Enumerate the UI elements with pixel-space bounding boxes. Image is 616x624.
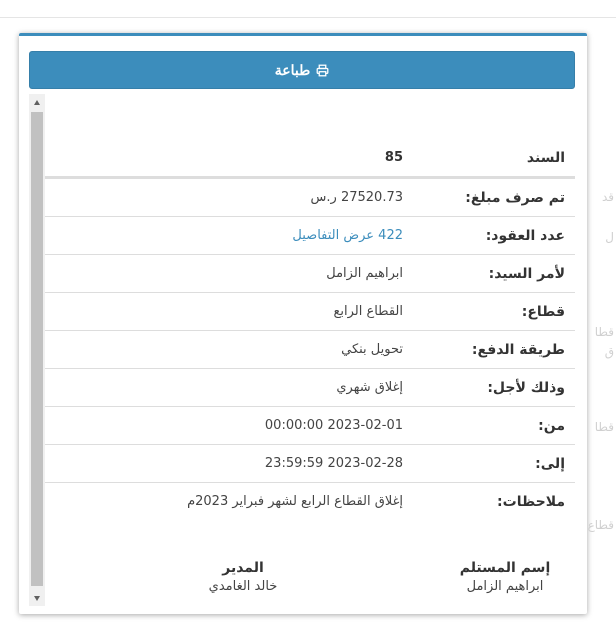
print-button[interactable]: طباعة [29,51,575,89]
scroll-thumb[interactable] [31,112,43,586]
background-side-text: قد [601,190,614,204]
manager-title: المدير [222,560,264,576]
table-row: طريقة الدفع: تحويل بنكي [45,330,575,368]
scrollbar[interactable] [29,94,45,606]
background-side-text: قطا [594,325,614,339]
table-row: إلى: 2023-02-28 23:59:59 [45,444,575,482]
table-row: تم صرف مبلغ: 27520.73 ر.س [45,178,575,216]
table-row: السند 85 [45,139,575,178]
background-side-text: قطا [594,420,614,434]
row-value: القطاع الرابع [333,304,403,319]
row-value: ابراهيم الزامل [326,266,403,281]
print-button-label: طباعة [274,61,311,78]
row-value: 27520.73 ر.س [310,190,403,205]
receipt-dialog: طباعة السند 85 تم صرف مبلغ: 27520.73 ر.س [19,33,587,614]
row-label: قطاع: [521,304,565,320]
row-label: تم صرف مبلغ: [465,190,565,206]
table-row: لأمر السيد: ابراهيم الزامل [45,254,575,292]
row-value: إغلاق القطاع الرابع لشهر فبراير 2023م [187,494,403,509]
row-label: وذلك لأجل: [487,380,565,396]
row-label: من: [538,418,565,434]
scroll-down-arrow-icon[interactable] [29,590,45,606]
table-row: ملاحظات: إغلاق القطاع الرابع لشهر فبراير… [45,482,575,520]
row-value: 85 [384,150,403,165]
printer-icon [316,64,329,76]
row-value: 2023-02-28 23:59:59 [264,456,403,471]
table-row: وذلك لأجل: إغلاق شهري [45,368,575,406]
row-label: إلى: [535,456,565,472]
table-row: عدد العقود: 422 عرض التفاصيل [45,216,575,254]
modal-header-divider [0,17,616,18]
scroll-up-arrow-icon[interactable] [29,94,45,110]
receiver-name: ابراهيم الزامل [466,579,544,594]
background-side-text: ل [605,230,614,244]
row-value: تحويل بنكي [341,342,403,357]
manager-signature: المدير خالد الغامدي [173,560,313,594]
row-label: طريقة الدفع: [471,342,565,358]
receiver-signature: إسم المستلم ابراهيم الزامل [435,560,575,594]
table-row: قطاع: القطاع الرابع [45,292,575,330]
table-row: من: 2023-02-01 00:00:00 [45,406,575,444]
row-value: إغلاق شهري [336,380,403,395]
signatures: إسم المستلم ابراهيم الزامل المدير خالد ا… [45,560,575,600]
manager-name: خالد الغامدي [208,579,278,594]
row-label: لأمر السيد: [488,266,565,282]
receipt-details-table: السند 85 تم صرف مبلغ: 27520.73 ر.س عدد ا… [45,139,575,520]
background-side-text: قطاع [587,518,614,532]
row-label: عدد العقود: [485,228,565,244]
row-label: السند [526,150,565,166]
receiver-title: إسم المستلم [459,560,551,576]
row-value: 2023-02-01 00:00:00 [264,418,403,433]
contracts-details-link[interactable]: 422 عرض التفاصيل [292,228,403,243]
modal: طباعة السند 85 تم صرف مبلغ: 27520.73 ر.س [0,0,616,624]
row-label: ملاحظات: [497,494,565,510]
background-side-text: ق [604,345,614,359]
